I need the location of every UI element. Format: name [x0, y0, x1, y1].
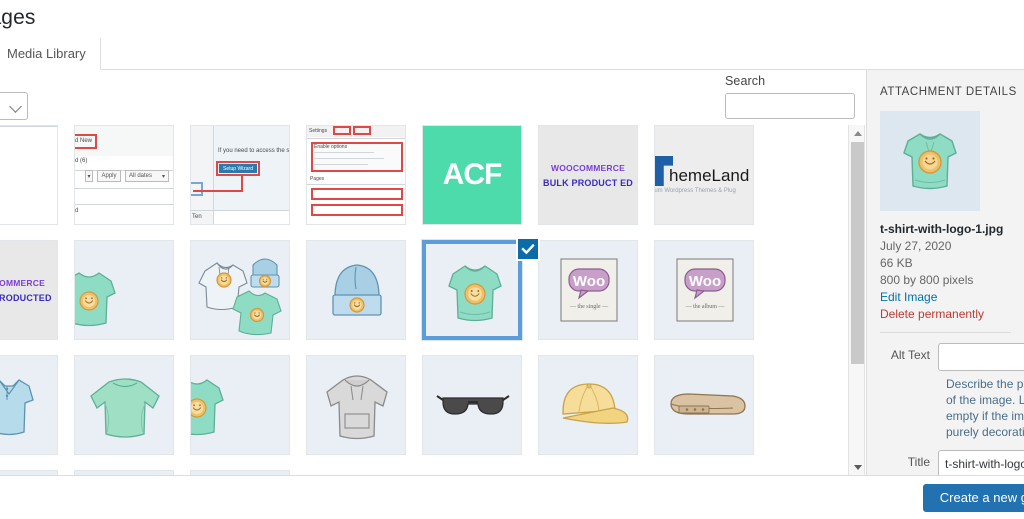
thumbnail-cap-yellow[interactable] — [538, 355, 638, 455]
modal-tab-strip: Media Library — [0, 38, 1024, 70]
thumbnail-t-shirt-with-logo[interactable] — [421, 239, 523, 341]
title-label: Title — [907, 455, 930, 469]
thumbnail-clothing-collection[interactable] — [190, 240, 290, 340]
thumbnail-acf-logo[interactable]: ACF — [422, 125, 522, 225]
scrollbar-thumb[interactable] — [851, 142, 864, 364]
svg-text:— the single —: — the single — — [569, 304, 609, 310]
scroll-up-arrow-icon[interactable] — [849, 125, 866, 141]
media-grid-cell[interactable]: Woo — the single — — [538, 240, 654, 355]
delete-permanently-link[interactable]: Delete permanently — [880, 307, 1024, 321]
modal-footer: Create a new gallery — [0, 475, 1024, 519]
title-field[interactable] — [938, 450, 1024, 475]
svg-text:Woo: Woo — [573, 273, 605, 290]
attachment-details-heading: ATTACHMENT DETAILS — [880, 86, 1017, 98]
scroll-down-arrow-icon[interactable] — [849, 459, 866, 475]
attachment-filesize: 66 KB — [880, 256, 913, 270]
search-input[interactable] — [725, 93, 855, 119]
media-grid-cell[interactable]: WOOCOMMERCEBULK PRODUCTED — [0, 240, 74, 355]
media-grid-cell[interactable]: Woo — the album — — [654, 240, 770, 355]
svg-text:— the album —: — the album — — [685, 304, 726, 310]
attachment-preview-thumbnail — [880, 111, 980, 211]
thumbnail-belt[interactable] — [654, 355, 754, 455]
attachment-date: July 27, 2020 — [880, 239, 952, 253]
media-grid-cell[interactable] — [74, 355, 190, 470]
media-grid: Cust d Newd (6)▾ApplyAll dates▾dSetup Wiz… — [0, 125, 855, 475]
modal-title: Images — [0, 6, 36, 29]
thumbnail-t-shirt-green-crop[interactable] — [74, 240, 174, 340]
attachment-details-sidebar: ATTACHMENT DETAILS t-shirt-with-logo-1.j… — [866, 70, 1024, 475]
media-grid-cell[interactable] — [306, 240, 422, 355]
attachment-filter-select[interactable] — [0, 92, 28, 120]
media-grid-cell[interactable]: d New d (6) ▾ Apply All dates ▾ d — [74, 125, 190, 240]
thumbnail-polo-blue[interactable] — [0, 355, 58, 455]
alt-text-row: Alt Text — [880, 343, 1024, 371]
thumbnail-themeland-logo[interactable]: hemeLand ium Wordpress Themes & Plug — [654, 125, 754, 225]
alt-text-help: Describe the purpose of the image. Leave… — [946, 377, 1024, 439]
thumbnail-t-shirt-green-crop-2[interactable] — [190, 355, 290, 455]
check-icon[interactable] — [516, 237, 540, 261]
svg-text:Woo: Woo — [689, 273, 721, 290]
thumbnail-beanie-blue[interactable] — [306, 240, 406, 340]
media-grid-cell[interactable]: Setup WizardIf you need to access the se… — [190, 125, 306, 240]
thumbnail-hoodie-gray[interactable] — [306, 355, 406, 455]
thumbnail-long-sleeve-tee-green[interactable] — [74, 355, 174, 455]
alt-text-label: Alt Text — [890, 348, 930, 362]
media-grid-cell[interactable] — [190, 240, 306, 355]
thumbnail-woocommerce-bulk-product-editor-logo[interactable]: WOOCOMMERCE BULK PRODUCT ED — [538, 125, 638, 225]
create-gallery-button[interactable]: Create a new gallery — [922, 484, 1024, 512]
search-label: Search — [725, 74, 766, 88]
thumbnail-woocommerce-bulk-producted-logo[interactable]: WOOCOMMERCEBULK PRODUCTED — [0, 240, 58, 340]
thumbnail-screenshot-add-new-apply[interactable]: d New d (6) ▾ Apply All dates ▾ d — [74, 125, 174, 225]
media-grid-cell[interactable]: Cust — [0, 125, 74, 240]
chevron-down-icon — [9, 100, 22, 113]
thumbnail-screenshot-settings-form[interactable]: Settings Enable options Pages — [306, 125, 406, 225]
thumbnail-screenshot-setup-wizard[interactable]: Setup WizardIf you need to access the se… — [190, 125, 290, 225]
media-grid-cell[interactable] — [422, 355, 538, 470]
tab-media-library[interactable]: Media Library — [0, 38, 101, 70]
media-grid-cell[interactable] — [74, 240, 190, 355]
attachment-dimensions: 800 by 800 pixels — [880, 273, 974, 287]
media-grid-cell[interactable]: WOOCOMMERCE BULK PRODUCT ED — [538, 125, 654, 240]
media-grid-cell[interactable] — [306, 355, 422, 470]
thumbnail-sunglasses[interactable] — [422, 355, 522, 455]
media-library-modal: Images Media Library Search Cust d Newd (… — [0, 0, 1024, 519]
thumbnail-woo-album-single[interactable]: Woo — the single — — [538, 240, 638, 340]
edit-image-link[interactable]: Edit Image — [880, 290, 1024, 304]
media-grid-cell[interactable]: ACF — [422, 125, 538, 240]
media-grid-cell[interactable] — [654, 355, 770, 470]
media-grid-pane: Cust d Newd (6)▾ApplyAll dates▾dSetup Wiz… — [0, 125, 855, 475]
thumbnail-woo-album-album[interactable]: Woo — the album — — [654, 240, 754, 340]
media-grid-cell[interactable] — [538, 355, 654, 470]
grid-scrollbar[interactable] — [848, 125, 865, 475]
media-grid-cell[interactable]: hemeLand ium Wordpress Themes & Plug — [654, 125, 770, 240]
alt-text-field[interactable] — [938, 343, 1024, 371]
media-grid-cell[interactable]: Settings Enable options Pages — [306, 125, 422, 240]
title-row: Title — [880, 450, 1024, 475]
media-grid-cell[interactable] — [0, 355, 74, 470]
sidebar-divider — [880, 332, 1011, 333]
media-grid-cell[interactable] — [190, 355, 306, 470]
thumbnail-screenshot-sidebar-crop[interactable]: Cust — [0, 125, 58, 225]
media-grid-cell[interactable] — [421, 237, 540, 355]
search-group: Search — [725, 74, 855, 119]
attachment-filename: t-shirt-with-logo-1.jpg — [880, 222, 1004, 236]
